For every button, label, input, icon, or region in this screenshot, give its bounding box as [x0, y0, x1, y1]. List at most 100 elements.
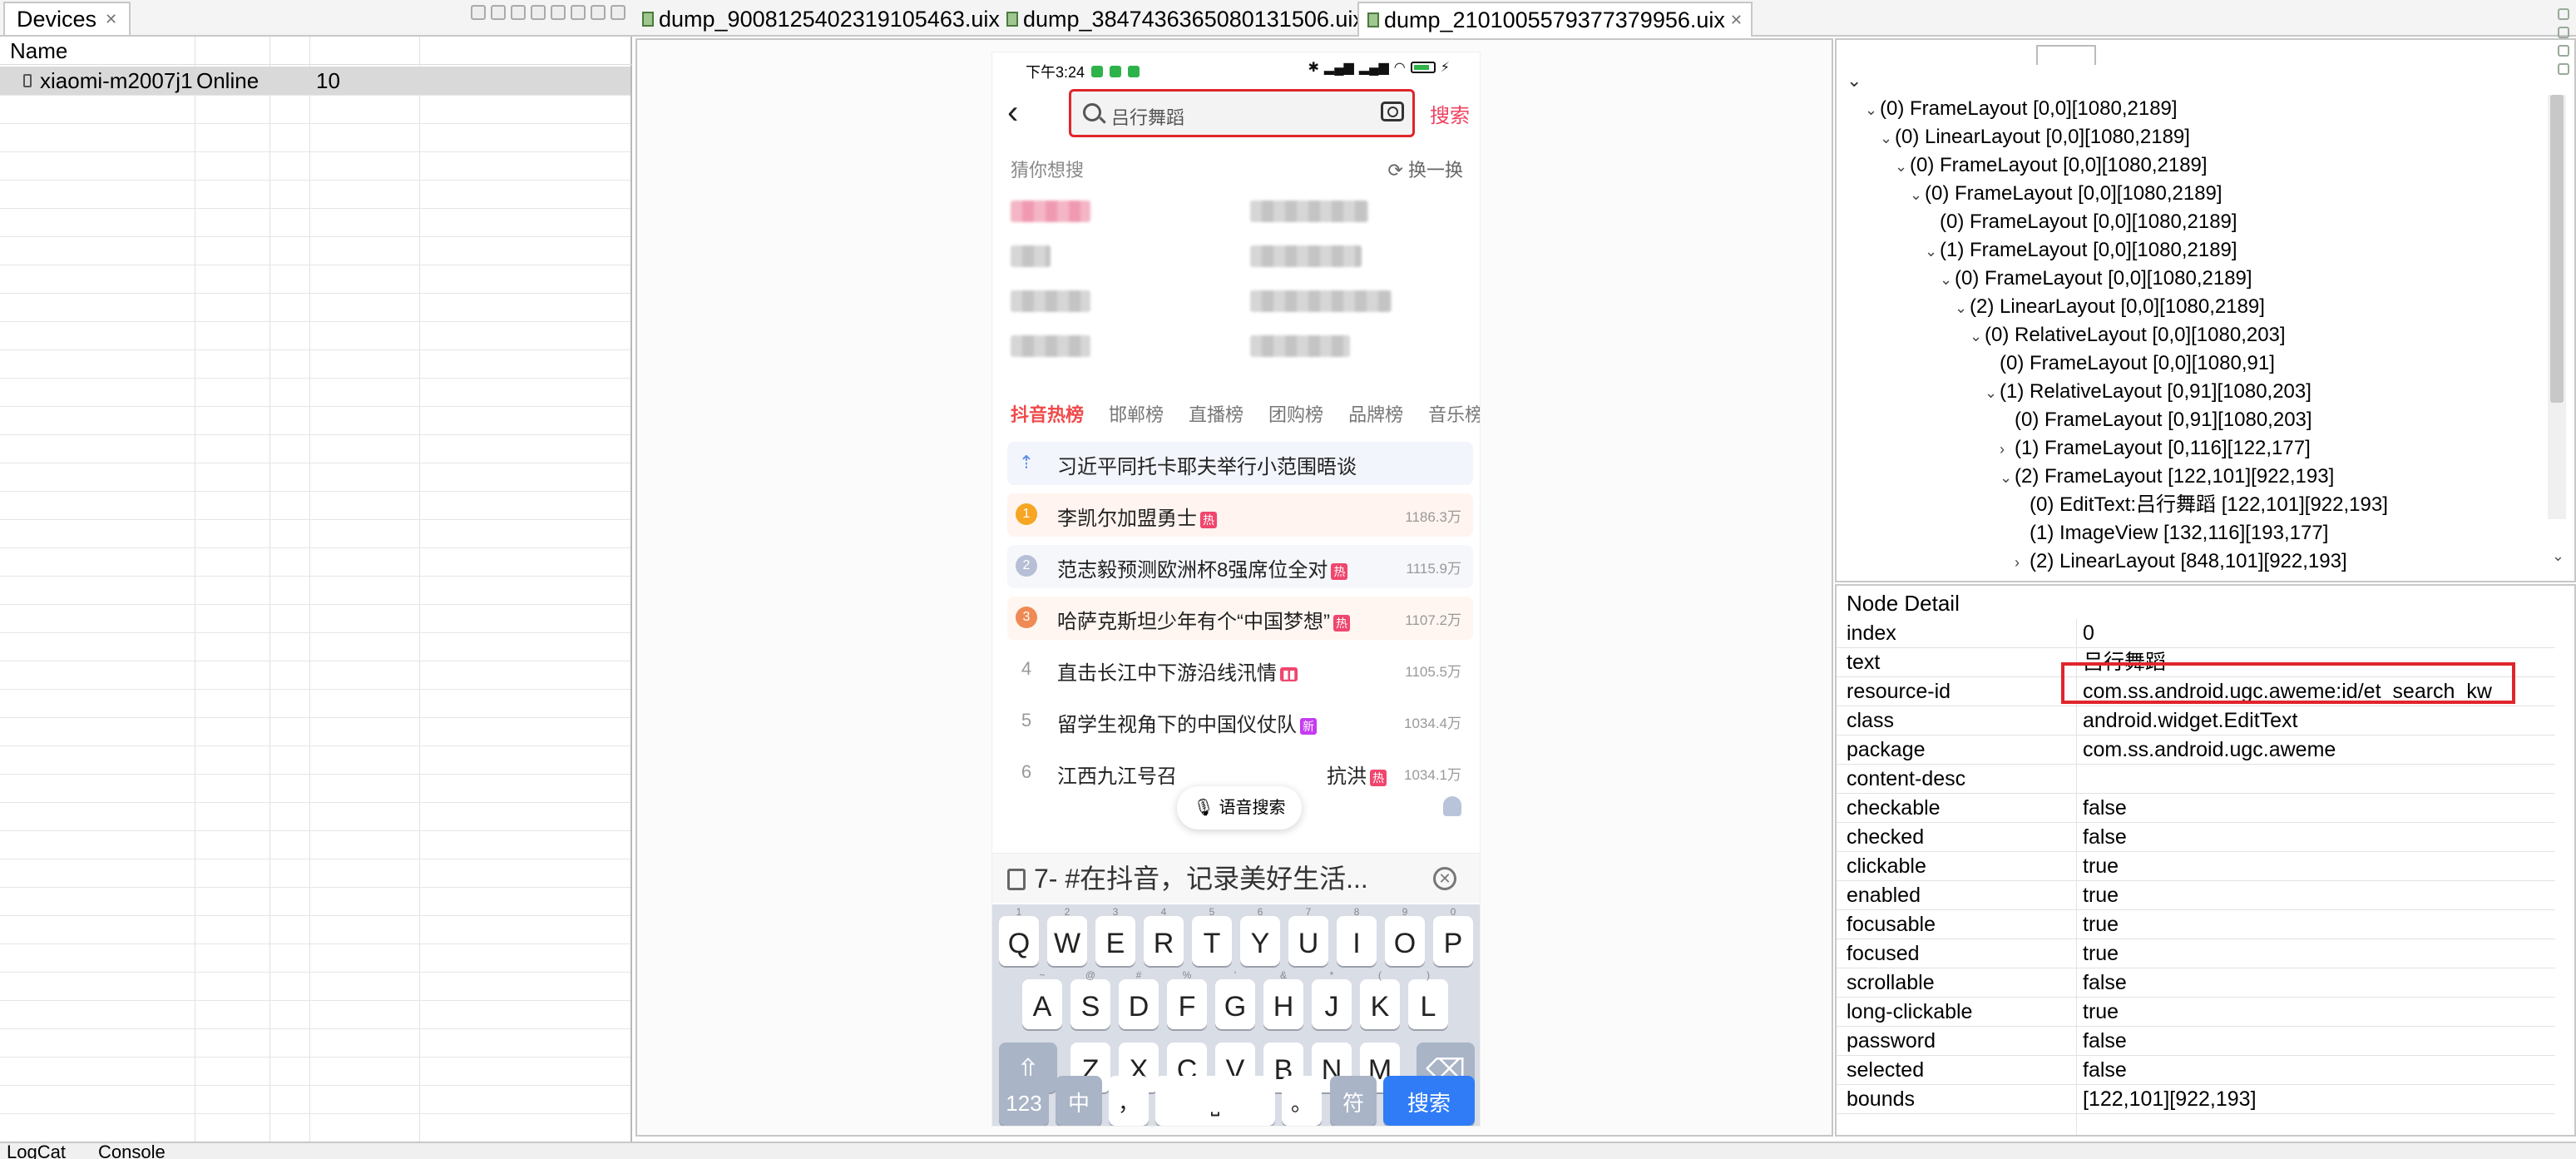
view-icon[interactable]: [2558, 27, 2569, 38]
view-icon[interactable]: [2558, 63, 2569, 75]
key[interactable]: 5T: [1192, 906, 1232, 966]
back-icon[interactable]: ‹: [1007, 94, 1018, 131]
tree-node[interactable]: › (1) FrameLayout [0,116][122,177]: [2000, 436, 2311, 462]
view-icon[interactable]: [2558, 8, 2569, 20]
blurred-suggestion[interactable]: [1250, 335, 1350, 357]
detail-row[interactable]: password false: [1837, 1027, 2555, 1056]
key[interactable]: % F: [1167, 969, 1207, 1029]
tree-node[interactable]: (0) FrameLayout [0,91][1080,203]: [2000, 408, 2312, 433]
comma-key[interactable]: ，: [1109, 1076, 1149, 1126]
debug-icon[interactable]: [471, 5, 486, 20]
tree-node-selected[interactable]: (0) EditText:吕行舞蹈 [122,101][922,193]: [2015, 493, 2388, 518]
tree-node[interactable]: ⌄ (1) FrameLayout [0,0][1080,2189]: [1925, 238, 2237, 264]
expand-arrow-icon[interactable]: ⌄: [1895, 154, 1910, 179]
blurred-suggestion[interactable]: [1250, 245, 1362, 267]
tree-node[interactable]: (1) ImageView [132,116][193,177]: [2015, 521, 2328, 546]
key[interactable]: 7U: [1288, 906, 1328, 966]
hot-list-item[interactable]: 5 留学生视角下的中国仪仗队新 1034.4万: [1007, 700, 1473, 743]
tree-node[interactable]: ⌄ (1) RelativeLayout [0,91][1080,203]: [1985, 379, 2311, 405]
detail-row[interactable]: content-desc: [1837, 765, 2555, 794]
search-button[interactable]: 搜索: [1430, 99, 1470, 128]
hot-tab[interactable]: 邯郸榜: [1109, 400, 1164, 427]
scroll-down-icon[interactable]: ⌄: [2552, 547, 2564, 565]
detail-row[interactable]: package com.ss.android.ugc.aweme: [1837, 736, 2555, 765]
search-input[interactable]: 吕行舞蹈: [1111, 103, 1184, 130]
hot-list-item[interactable]: 1 李凯尔加盟勇士热 1186.3万: [1007, 493, 1473, 537]
space-key[interactable]: ⎵: [1155, 1076, 1275, 1126]
numbers-key[interactable]: 123: [999, 1076, 1049, 1126]
key[interactable]: 2W: [1047, 906, 1087, 966]
hot-tab[interactable]: 音乐榜: [1428, 400, 1480, 427]
close-icon[interactable]: ✕: [1730, 3, 1743, 37]
expand-arrow-icon[interactable]: ›: [2000, 437, 2015, 462]
expand-arrow-icon[interactable]: ⌄: [1880, 126, 1895, 151]
editor-tab-2[interactable]: dump_3847436365080131506.uix: [998, 2, 1372, 37]
key[interactable]: ) L: [1408, 969, 1448, 1029]
expand-arrow-icon[interactable]: ⌄: [1865, 97, 1880, 122]
blurred-suggestion[interactable]: [1011, 335, 1090, 357]
screenshot-icon[interactable]: [571, 5, 586, 20]
hot-tab[interactable]: 品牌榜: [1348, 400, 1403, 427]
assistant-icon[interactable]: [1443, 796, 1461, 816]
tree-node[interactable]: ⌄ (0) FrameLayout [0,0][1080,2189]: [1910, 181, 2222, 207]
key[interactable]: (K: [1360, 969, 1400, 1029]
tree-node[interactable]: ⌄ (0) FrameLayout [0,0][1080,2189]: [1895, 153, 2208, 179]
view-icon[interactable]: [2558, 45, 2569, 57]
blurred-suggestion[interactable]: [1250, 201, 1368, 222]
scrollbar-thumb[interactable]: [2550, 95, 2564, 403]
key[interactable]: 8I: [1337, 906, 1377, 966]
hot-list-item[interactable]: 3 哈萨克斯坦少年有个“中国梦想” 热 1107.2万: [1007, 597, 1473, 640]
collapse-icon[interactable]: ⌄: [1847, 70, 1862, 92]
tree-node[interactable]: ⌄ (0) FrameLayout [0,0][1080,2189]: [1940, 266, 2252, 292]
clipboard-bar[interactable]: 7- #在抖音，记录美好生活... ✕: [992, 853, 1480, 903]
editor-tab-1[interactable]: dump_9008125402319105463.uix: [634, 2, 1008, 37]
expand-arrow-icon[interactable]: ⌄: [2000, 465, 2015, 490]
expand-arrow-icon[interactable]: ›: [2015, 550, 2030, 574]
tree-node[interactable]: (0) FrameLayout [0,0][1080,2189]: [1925, 210, 2237, 235]
tree-node[interactable]: ⌄ (2) LinearLayout [0,0][1080,2189]: [1955, 295, 2265, 320]
device-screenshot[interactable]: 下午3:24 ✱ ▂▄▆ ▂▄▆ ◠ ⚡ ‹ 吕行舞蹈 搜索 猜你想搜 ⟳ 换一…: [991, 52, 1481, 1127]
detail-row[interactable]: selected false: [1837, 1056, 2555, 1085]
hierarchy-tree[interactable]: ⌄ ⌄ ⌄ (0) FrameLayout [0,0][1080,2189] ⌄(…: [1835, 38, 2576, 582]
detail-row[interactable]: scrollable false: [1837, 968, 2555, 998]
dump-hierarchy-icon[interactable]: [591, 5, 606, 20]
key[interactable]: * J: [1312, 969, 1352, 1029]
detail-row[interactable]: checkable false: [1837, 794, 2555, 823]
key[interactable]: ' G: [1215, 969, 1255, 1029]
key[interactable]: 1Q: [999, 906, 1039, 966]
menu-icon[interactable]: [611, 5, 625, 20]
tab-console[interactable]: Console: [98, 1143, 166, 1159]
key[interactable]: 3E: [1095, 906, 1135, 966]
expand-arrow-icon[interactable]: ⌄: [1940, 267, 1955, 292]
hot-tab[interactable]: 团购榜: [1268, 400, 1323, 427]
blurred-suggestion[interactable]: [1250, 290, 1392, 312]
symbols-key[interactable]: 符: [1330, 1076, 1377, 1126]
camera-icon[interactable]: [1381, 102, 1404, 121]
hot-tab[interactable]: 直播榜: [1189, 400, 1244, 427]
detail-row[interactable]: focused true: [1837, 939, 2555, 968]
period-key[interactable]: 。: [1282, 1076, 1322, 1126]
detail-row[interactable]: bounds [122,101][922,193]: [1837, 1085, 2555, 1114]
key[interactable]: @ S: [1070, 969, 1110, 1029]
key[interactable]: ~ A: [1022, 969, 1062, 1029]
blurred-suggestion[interactable]: [1011, 245, 1051, 267]
tree-node[interactable]: ⌄ (0) LinearLayout [0,0][1080,2189]: [1880, 125, 2190, 151]
tree-node[interactable]: ⌄ (0) RelativeLayout [0,0][1080,203]: [1970, 323, 2286, 349]
stop-icon[interactable]: [551, 5, 566, 20]
expand-arrow-icon[interactable]: ⌄: [1955, 295, 1970, 320]
tab-logcat[interactable]: LogCat: [7, 1143, 66, 1159]
heap-icon[interactable]: [491, 5, 506, 20]
hot-list-item[interactable]: ⇡ 习近平同托卡耶夫举行小范围晤谈: [1007, 442, 1473, 485]
expand-arrow-icon[interactable]: ⌄: [1970, 324, 1985, 349]
key[interactable]: 9O: [1385, 906, 1425, 966]
scrollbar[interactable]: [2548, 95, 2566, 519]
tree-toolbar-tab[interactable]: [2036, 45, 2096, 65]
key[interactable]: 6Y: [1240, 906, 1280, 966]
threads-icon[interactable]: [531, 5, 546, 20]
detail-row[interactable]: index 0: [1837, 619, 2555, 648]
tree-node[interactable]: (0) FrameLayout [0,0][1080,91]: [1985, 351, 2275, 376]
detail-row[interactable]: long-clickable true: [1837, 998, 2555, 1027]
tree-node[interactable]: ⌄ (2) FrameLayout [122,101][922,193]: [2000, 464, 2334, 490]
expand-arrow-icon[interactable]: ⌄: [1910, 182, 1925, 207]
detail-row[interactable]: checked false: [1837, 823, 2555, 852]
